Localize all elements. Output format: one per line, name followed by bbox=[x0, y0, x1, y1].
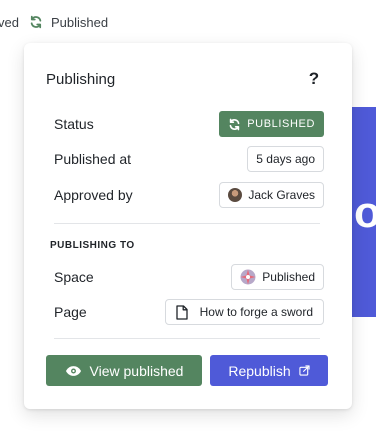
space-label: Space bbox=[54, 269, 94, 285]
page-chip[interactable]: How to forge a sword bbox=[164, 299, 324, 325]
republish-button[interactable]: Republish bbox=[210, 355, 328, 386]
avatar bbox=[228, 188, 243, 202]
page-row: Page How to forge a sword bbox=[54, 298, 324, 326]
published-at-label: Published at bbox=[54, 151, 132, 167]
space-row: Space Published bbox=[54, 263, 324, 291]
truncated-status-text: ved bbox=[0, 14, 19, 30]
publishing-popover: Publishing ? Status PUBLISHED Published … bbox=[24, 43, 352, 409]
space-chip[interactable]: Published bbox=[231, 264, 324, 290]
published-at-row: Published at 5 days ago bbox=[54, 145, 324, 173]
space-name: Published bbox=[262, 270, 315, 284]
screen: ved Published o Publishing ? Status PUBL… bbox=[0, 0, 376, 437]
status-badge-text: PUBLISHED bbox=[247, 118, 315, 130]
publishing-to-heading: PUBLISHING TO bbox=[50, 240, 135, 251]
divider bbox=[54, 223, 320, 224]
space-icon bbox=[240, 269, 256, 285]
view-published-button[interactable]: View published bbox=[46, 355, 202, 386]
external-link-icon bbox=[298, 365, 310, 376]
republish-label: Republish bbox=[228, 362, 291, 379]
approver-name: Jack Graves bbox=[248, 188, 315, 202]
approved-by-label: Approved by bbox=[54, 187, 133, 203]
popover-title: Publishing bbox=[46, 71, 116, 88]
approver-chip[interactable]: Jack Graves bbox=[219, 182, 324, 208]
sync-icon bbox=[228, 118, 241, 131]
approved-by-row: Approved by Jack Graves bbox=[54, 181, 324, 209]
view-published-label: View published bbox=[89, 362, 184, 379]
page-label: Page bbox=[54, 304, 87, 320]
background-glyph: o bbox=[354, 188, 376, 237]
status-row: Status PUBLISHED bbox=[54, 110, 324, 138]
published-status-toggle[interactable]: Published bbox=[51, 15, 108, 30]
status-badge: PUBLISHED bbox=[219, 111, 324, 137]
divider bbox=[54, 338, 320, 339]
eye-icon bbox=[65, 365, 82, 377]
page-name: How to forge a sword bbox=[199, 305, 313, 319]
help-icon[interactable]: ? bbox=[304, 69, 324, 89]
document-icon bbox=[175, 304, 188, 320]
published-at-value: 5 days ago bbox=[247, 146, 324, 172]
sync-icon bbox=[29, 15, 43, 29]
status-label: Status bbox=[54, 116, 94, 132]
page-status-bar: ved Published bbox=[0, 12, 108, 32]
